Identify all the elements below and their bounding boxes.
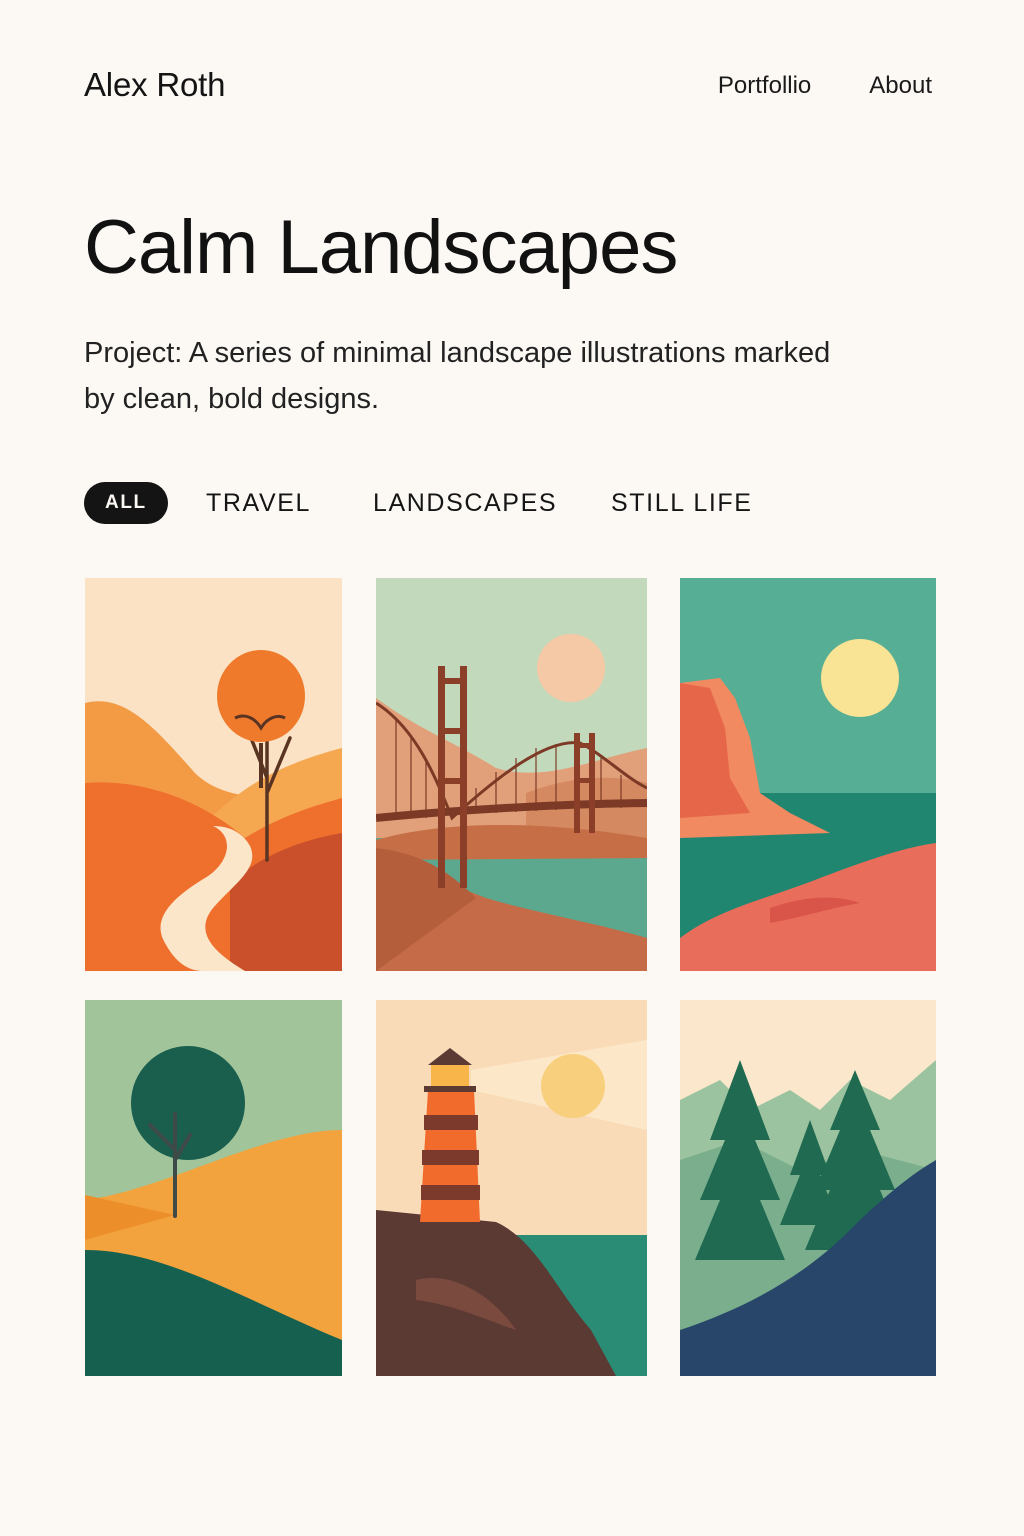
gallery-card-green-hills[interactable] [85, 1000, 342, 1376]
filter-still-life[interactable]: STILL LIFE [611, 482, 753, 524]
gallery-card-lighthouse[interactable] [376, 1000, 647, 1376]
gallery-card-cliffs[interactable] [680, 578, 936, 971]
gallery-card-orange-hills[interactable] [85, 578, 342, 971]
bridge-illustration [376, 578, 647, 971]
cliffs-illustration [680, 578, 936, 971]
lighthouse-illustration [376, 1000, 647, 1376]
orange-hills-illustration [85, 578, 342, 971]
main-nav: Portfollio About [718, 72, 932, 100]
site-header: Alex Roth Portfollio About [84, 66, 932, 110]
nav-link-portfolio[interactable]: Portfollio [718, 72, 811, 100]
page-title: Calm Landscapes [84, 205, 678, 290]
filter-landscapes[interactable]: LANDSCAPES [373, 482, 557, 524]
nav-link-about[interactable]: About [869, 72, 932, 100]
filter-all[interactable]: ALL [84, 482, 168, 524]
gallery-card-bridge[interactable] [376, 578, 647, 971]
filter-travel[interactable]: TRAVEL [206, 482, 311, 524]
gallery-card-forest[interactable] [680, 1000, 936, 1376]
green-hills-illustration [85, 1000, 342, 1376]
project-description: Project: A series of minimal landscape i… [84, 337, 831, 415]
forest-illustration [680, 1000, 936, 1376]
brand-name[interactable]: Alex Roth [84, 66, 225, 104]
